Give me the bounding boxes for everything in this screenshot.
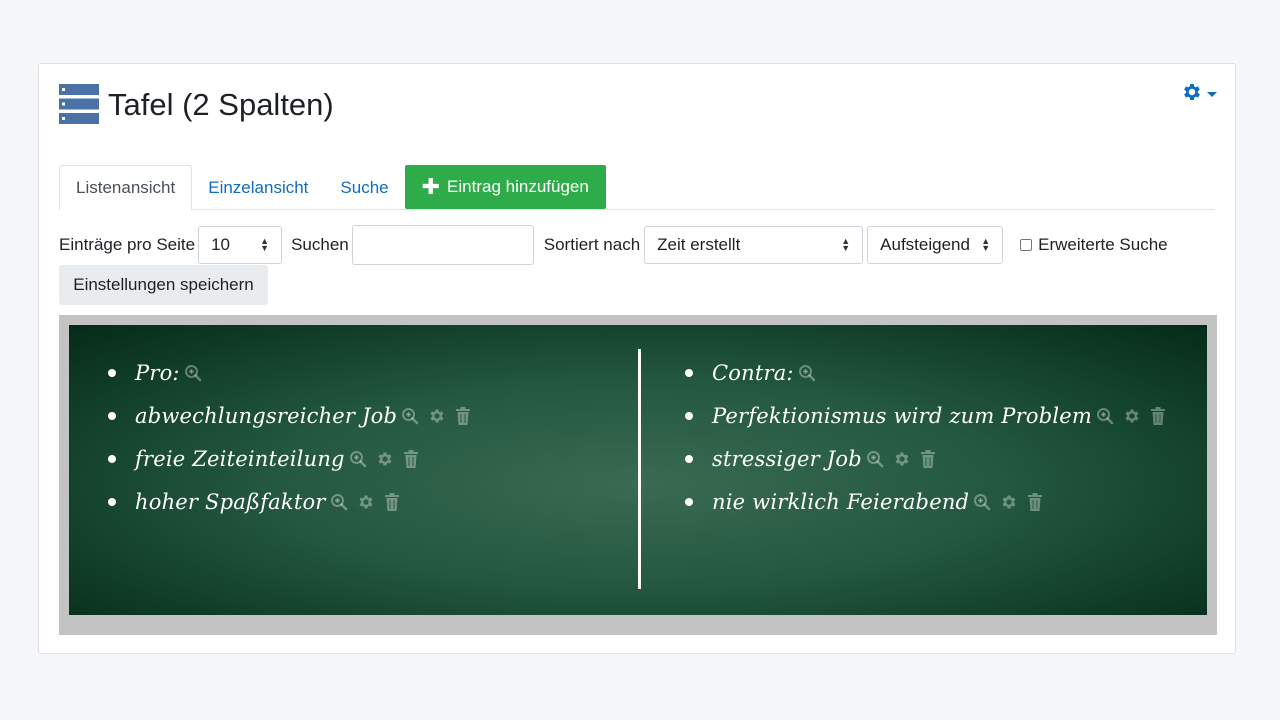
contra-heading: Contra: <box>712 360 794 385</box>
list-item: stressiger Job <box>685 437 1166 480</box>
trash-icon[interactable] <box>455 406 471 425</box>
tab-single-view[interactable]: Einzelansicht <box>192 166 324 209</box>
entry-text: freie Zeiteinteilung <box>135 446 345 471</box>
select-arrows-icon: ▲ ▼ <box>841 236 851 253</box>
chalkboard-frame: Pro: abwechlungsreicher Job freie Zeiteint… <box>59 315 1217 635</box>
database-icon <box>59 84 99 124</box>
pro-column: Pro: abwechlungsreicher Job freie Zeiteint… <box>108 351 471 523</box>
bullet <box>685 497 693 506</box>
add-entry-label: Eintrag hinzufügen <box>447 177 589 196</box>
gear-icon[interactable] <box>1123 407 1141 425</box>
entry-text: abwechlungsreicher Job <box>135 403 398 428</box>
gear-icon[interactable] <box>893 450 911 468</box>
zoom-in-icon[interactable] <box>973 493 991 511</box>
zoom-in-icon[interactable] <box>401 407 419 425</box>
zoom-in-icon[interactable] <box>349 450 367 468</box>
entry-text: Perfektionismus wird zum Problem <box>712 403 1093 428</box>
gear-icon[interactable] <box>1000 493 1018 511</box>
gear-icon[interactable] <box>376 450 394 468</box>
bullet <box>108 497 116 506</box>
trash-icon[interactable] <box>384 492 400 511</box>
zoom-in-icon[interactable] <box>184 364 202 382</box>
bullet <box>685 411 693 420</box>
entry-text: hoher Spaßfaktor <box>135 489 326 514</box>
list-item: abwechlungsreicher Job <box>108 394 471 437</box>
advanced-search-checkbox[interactable] <box>1020 239 1033 251</box>
page-title: Tafel (2 Spalten) <box>108 86 334 122</box>
zoom-in-icon[interactable] <box>1096 407 1114 425</box>
page-header: Tafel (2 Spalten) <box>59 84 334 124</box>
list-item: hoher Spaßfaktor <box>108 480 471 523</box>
entry-text: stressiger Job <box>712 446 862 471</box>
select-arrows-icon: ▲ ▼ <box>260 236 270 253</box>
list-controls: Einträge pro Seite 10 ▲ ▼ Suchen Sortiert… <box>59 225 1215 265</box>
per-page-value: 10 <box>211 235 231 254</box>
search-label: Suchen <box>291 235 349 254</box>
tab-list-view[interactable]: Listenansicht <box>59 165 193 210</box>
list-item: nie wirklich Feierabend <box>685 480 1166 523</box>
pro-heading: Pro: <box>135 360 180 385</box>
contra-heading-item: Contra: <box>685 351 1166 394</box>
list-item: freie Zeiteinteilung <box>108 437 471 480</box>
bullet <box>685 454 693 463</box>
zoom-in-icon[interactable] <box>798 364 816 382</box>
save-settings-button[interactable]: Einstellungen speichern <box>59 265 268 305</box>
activity-card: Tafel (2 Spalten) Listenansicht Einzelan… <box>38 63 1236 654</box>
entry-text: nie wirklich Feierabend <box>712 489 970 514</box>
sort-field-select[interactable]: Zeit erstellt ▲ ▼ <box>644 226 864 264</box>
advanced-search-label: Erweiterte Suche <box>1038 235 1168 254</box>
sort-order-select[interactable]: Aufsteigend ▲ ▼ <box>867 226 1004 264</box>
chevron-down-icon <box>1207 92 1217 97</box>
gear-icon[interactable] <box>428 407 446 425</box>
tab-search[interactable]: Suche <box>324 166 404 209</box>
trash-icon[interactable] <box>920 449 936 468</box>
gear-icon[interactable] <box>357 493 375 511</box>
bullet <box>108 411 116 420</box>
bullet <box>685 368 693 377</box>
select-arrows-icon: ▲ ▼ <box>981 236 991 253</box>
contra-column: Contra: Perfektionismus wird zum Problem s… <box>685 351 1166 523</box>
sort-field-value: Zeit erstellt <box>657 235 741 254</box>
zoom-in-icon[interactable] <box>330 493 348 511</box>
view-tabs: Listenansicht Einzelansicht Suche ✚ Eint… <box>59 165 1215 210</box>
per-page-select[interactable]: 10 ▲ ▼ <box>198 226 283 264</box>
advanced-search-toggle[interactable]: Erweiterte Suche <box>1020 235 1168 255</box>
gear-icon <box>1181 81 1203 108</box>
list-item: Perfektionismus wird zum Problem <box>685 394 1166 437</box>
pro-heading-item: Pro: <box>108 351 471 394</box>
plus-icon: ✚ <box>421 174 441 199</box>
chalkboard: Pro: abwechlungsreicher Job freie Zeiteint… <box>69 325 1207 615</box>
zoom-in-icon[interactable] <box>866 450 884 468</box>
trash-icon[interactable] <box>1150 406 1166 425</box>
bullet <box>108 368 116 377</box>
trash-icon[interactable] <box>1027 492 1043 511</box>
trash-icon[interactable] <box>403 449 419 468</box>
settings-menu-button[interactable] <box>1181 81 1217 108</box>
bullet <box>108 454 116 463</box>
search-input[interactable] <box>351 225 534 265</box>
sort-order-value: Aufsteigend <box>880 235 970 254</box>
sort-label: Sortiert nach <box>543 235 641 254</box>
per-page-label: Einträge pro Seite <box>59 235 196 254</box>
add-entry-button[interactable]: ✚ Eintrag hinzufügen <box>404 165 606 209</box>
column-divider <box>638 349 641 589</box>
